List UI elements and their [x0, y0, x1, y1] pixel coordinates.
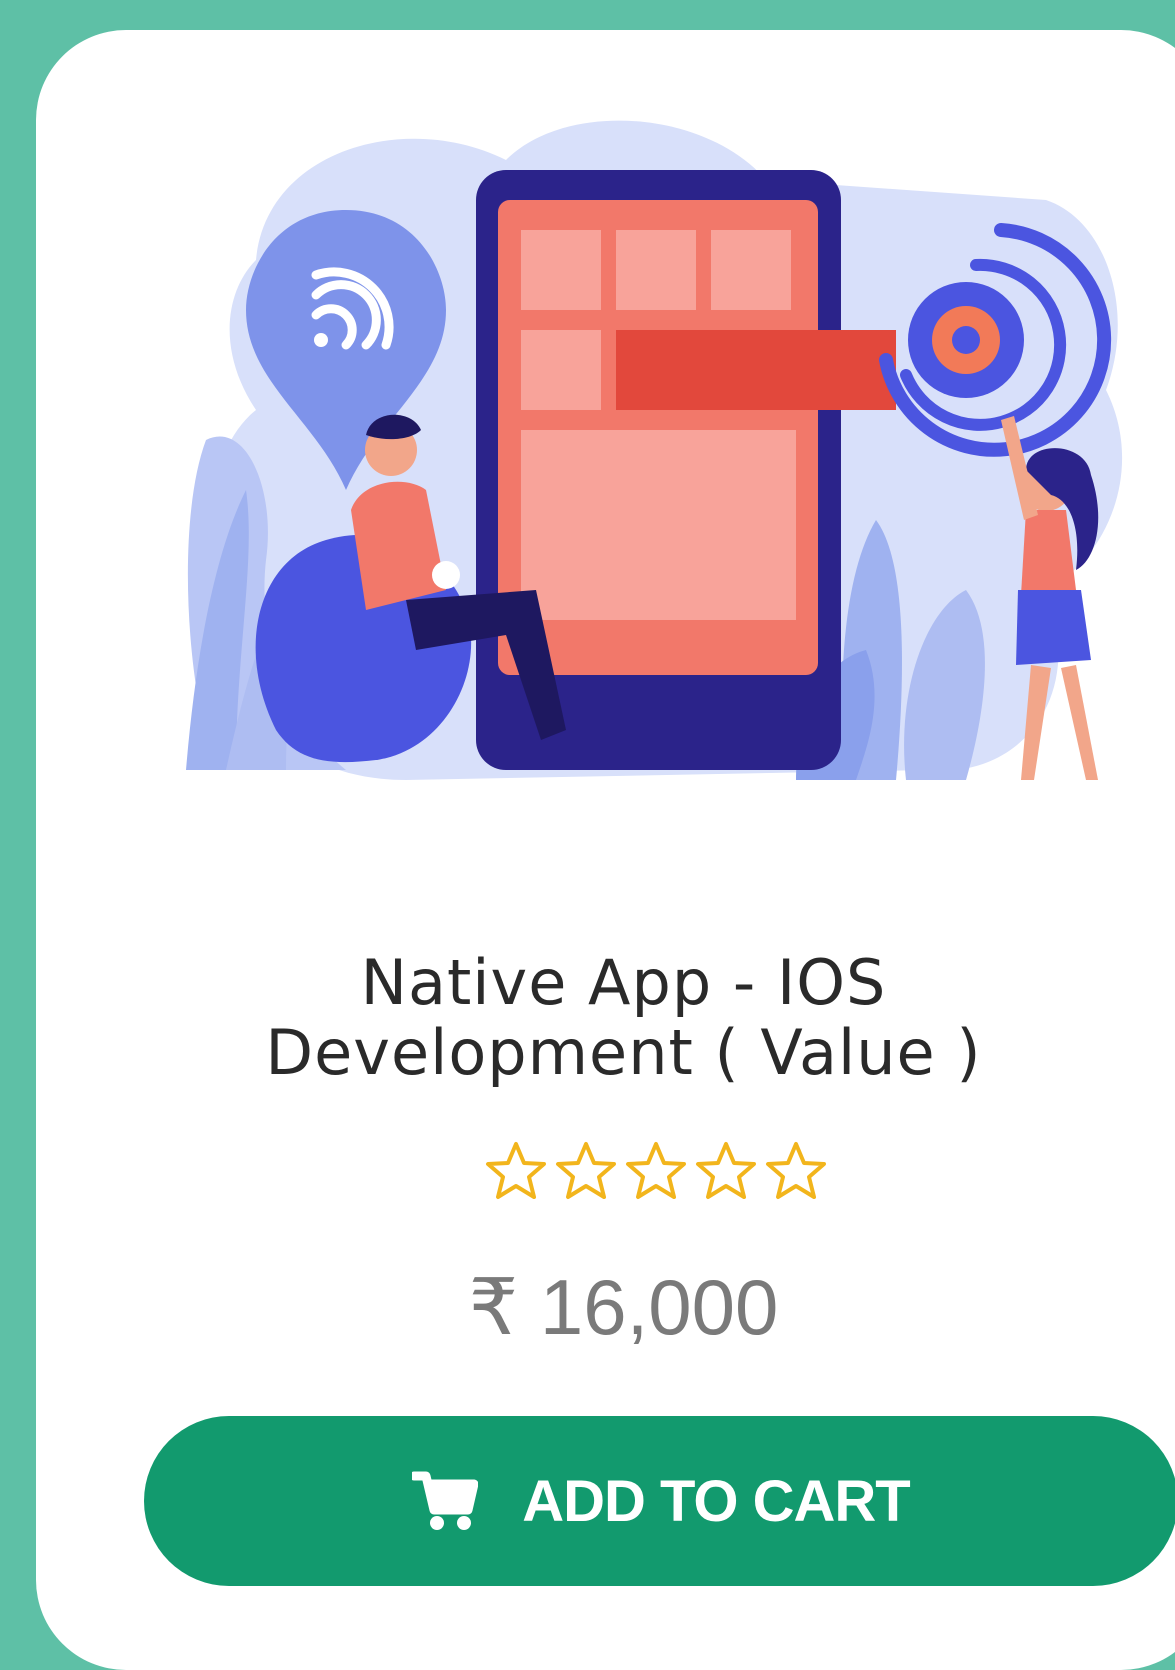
- product-title-line-2: Development ( Value ): [265, 1016, 982, 1089]
- product-card: Native App - IOS Development ( Value ) ₹…: [36, 30, 1175, 1670]
- cart-icon: [412, 1471, 479, 1530]
- rating-stars: [482, 1138, 837, 1208]
- product-title[interactable]: Native App - IOS Development ( Value ): [36, 948, 1175, 1088]
- mobile-app-illustration: [186, 120, 1123, 781]
- star-icon[interactable]: [482, 1138, 550, 1206]
- star-icon[interactable]: [692, 1138, 760, 1206]
- add-to-cart-label: ADD TO CART: [522, 1468, 910, 1534]
- star-icon[interactable]: [552, 1138, 620, 1206]
- product-title-line-1: Native App - IOS: [360, 946, 887, 1019]
- star-icon[interactable]: [762, 1138, 830, 1206]
- product-price: ₹ 16,000: [468, 1263, 779, 1351]
- add-to-cart-button[interactable]: ADD TO CART: [144, 1416, 1175, 1586]
- star-icon[interactable]: [622, 1138, 690, 1206]
